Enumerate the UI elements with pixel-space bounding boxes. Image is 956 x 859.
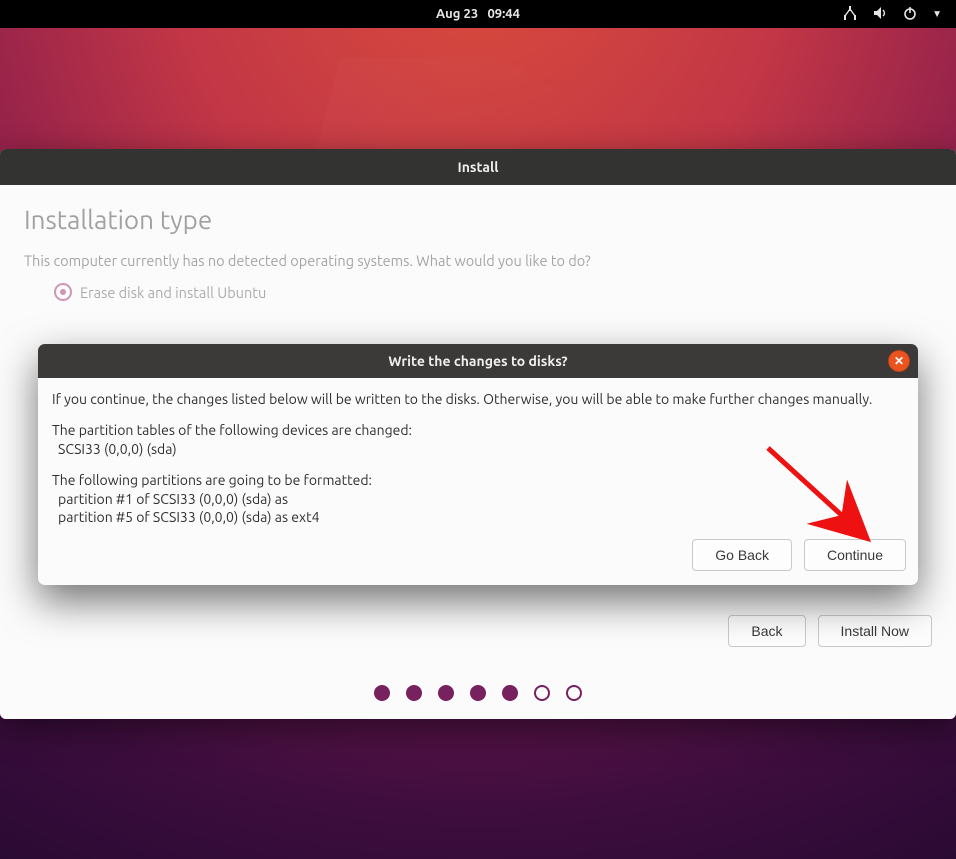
dialog-footer: Go Back Continue (38, 533, 918, 585)
close-button[interactable]: ✕ (888, 350, 910, 372)
progress-dot (534, 685, 550, 701)
dialog-format-detail-1: partition #1 of SCSI33 (0,0,0) (sda) as (52, 490, 904, 509)
dialog-body: If you continue, the changes listed belo… (38, 378, 918, 533)
install-now-button[interactable]: Install Now (818, 615, 932, 647)
progress-dot (374, 685, 390, 701)
dialog-partition-tables-detail: SCSI33 (0,0,0) (sda) (52, 440, 904, 459)
topbar-clock[interactable]: Aug 23 09:44 (436, 7, 520, 21)
progress-dot (470, 685, 486, 701)
clock-time: 09:44 (487, 7, 520, 21)
progress-dot (406, 685, 422, 701)
progress-dot (438, 685, 454, 701)
close-icon: ✕ (894, 354, 904, 368)
installer-footer: Back Install Now (728, 615, 932, 647)
network-icon[interactable] (842, 5, 858, 24)
clock-date: Aug 23 (436, 7, 478, 21)
dialog-title: Write the changes to disks? (388, 353, 567, 369)
back-button[interactable]: Back (728, 615, 805, 647)
dialog-partition-tables-heading: The partition tables of the following de… (52, 421, 904, 440)
installer-window-title: Install (458, 159, 499, 175)
continue-button[interactable]: Continue (804, 539, 906, 571)
power-icon[interactable] (902, 5, 918, 24)
dialog-titlebar: Write the changes to disks? ✕ (38, 344, 918, 378)
installer-titlebar: Install (0, 149, 956, 185)
progress-dot (566, 685, 582, 701)
progress-dots (0, 685, 956, 701)
volume-icon[interactable] (872, 5, 888, 24)
go-back-button[interactable]: Go Back (692, 539, 792, 571)
dialog-warning-text: If you continue, the changes listed belo… (52, 390, 904, 409)
chevron-down-icon[interactable]: ▼ (932, 8, 942, 20)
progress-dot (502, 685, 518, 701)
dialog-format-detail-2: partition #5 of SCSI33 (0,0,0) (sda) as … (52, 508, 904, 527)
confirm-write-dialog: Write the changes to disks? ✕ If you con… (38, 344, 918, 585)
system-tray: ▼ (842, 5, 942, 24)
system-topbar: Aug 23 09:44 ▼ (0, 0, 956, 28)
dialog-format-heading: The following partitions are going to be… (52, 471, 904, 490)
